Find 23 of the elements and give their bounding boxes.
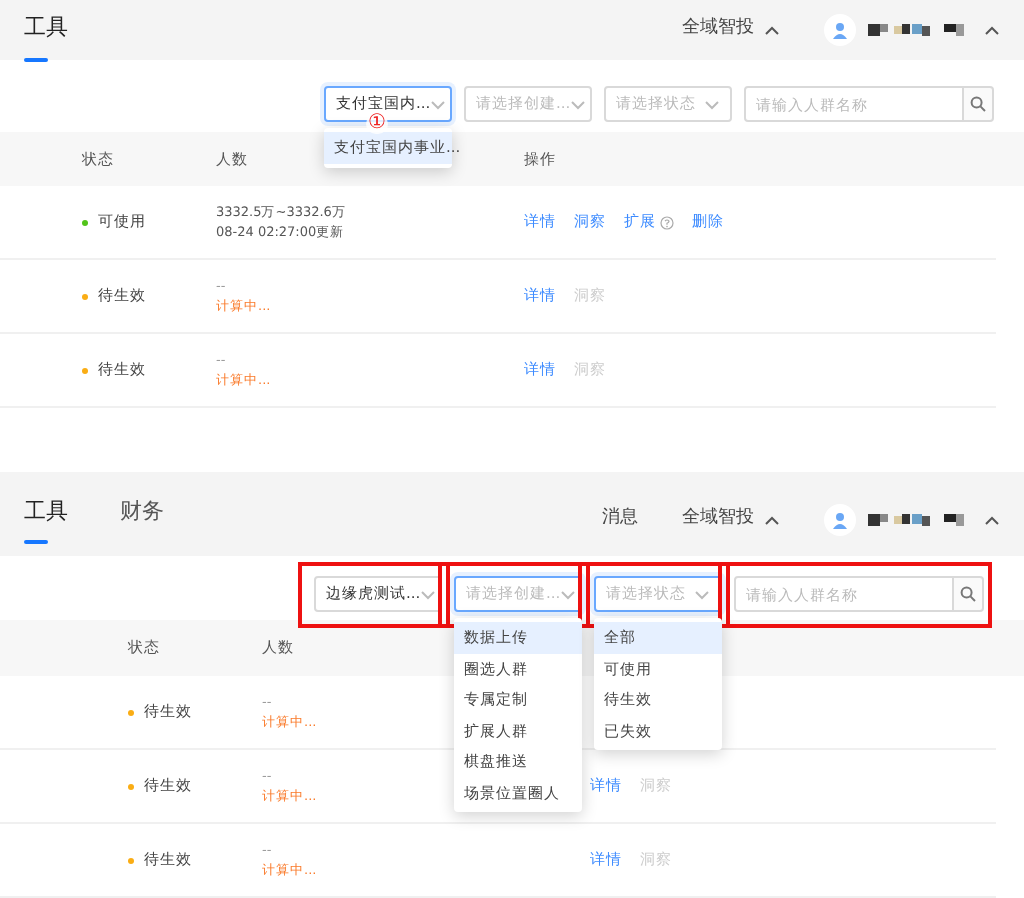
search-button[interactable]	[954, 576, 984, 612]
search-icon	[960, 586, 976, 602]
caret-icon	[704, 99, 720, 109]
caret-icon	[430, 99, 447, 109]
tab[interactable]: 工具	[24, 495, 68, 545]
caret-icon	[694, 589, 710, 599]
caret-icon[interactable]	[984, 25, 1000, 35]
search-button[interactable]	[964, 86, 994, 122]
tab[interactable]: 工具	[24, 12, 68, 61]
help-icon[interactable]	[660, 215, 674, 229]
caret-icon[interactable]	[764, 515, 780, 525]
avatar-icon[interactable]	[824, 504, 856, 536]
caret-icon[interactable]	[984, 515, 1000, 525]
caret-icon	[570, 99, 587, 109]
search-icon	[970, 96, 986, 112]
caret-icon	[420, 589, 437, 599]
tab[interactable]: 财务	[120, 495, 164, 545]
avatar-icon[interactable]	[824, 14, 856, 46]
caret-icon	[560, 589, 577, 599]
header-menu[interactable]: 全域智投	[682, 16, 754, 44]
header-link[interactable]: 消息	[602, 506, 638, 534]
header-menu[interactable]: 全域智投	[682, 506, 754, 534]
caret-icon[interactable]	[764, 25, 780, 35]
